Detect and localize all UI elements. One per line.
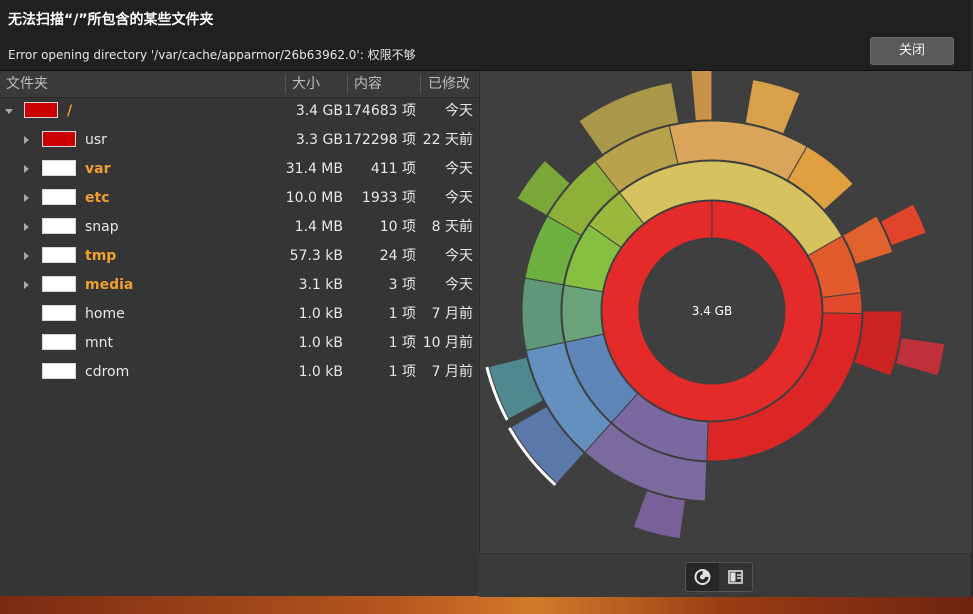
folder-size: 3.4 GB [295,103,343,119]
tree-header: 文件夹 大小 内容 已修改 [0,71,478,98]
chart-pane: 3.4 GB [479,57,972,553]
ring-segment[interactable] [521,277,565,352]
column-separator [285,74,286,94]
folder-size: 57.3 kB [289,248,343,264]
folder-item-count: 1 项 [388,364,416,380]
folder-item-count: 1933 项 [361,190,416,206]
folder-name: snap [85,219,119,235]
rings-chart-icon [694,569,711,585]
folder-name: etc [85,190,110,206]
folder-modified: 今天 [445,190,473,206]
infobar-message: Error opening directory '/var/cache/appa… [8,48,416,62]
folder-name: usr [85,132,107,148]
folder-name: home [85,306,125,322]
column-header-contents[interactable]: 内容 [354,71,382,97]
expander-expanded-icon[interactable] [5,109,13,114]
folder-name: cdrom [85,364,130,380]
expander-collapsed-icon[interactable] [24,252,29,260]
folder-modified: 今天 [445,277,473,293]
desktop-background [0,596,973,614]
ring-segment[interactable] [561,284,604,343]
view-mode-switcher [685,562,753,592]
folder-color-swatch [24,102,58,118]
folder-modified: 22 天前 [422,132,473,148]
rings-chart-button[interactable] [686,563,719,591]
tree-row[interactable]: tmp 57.3 kB 24 项 今天 [0,242,478,271]
expander-collapsed-icon[interactable] [24,165,29,173]
center-size-label: 3.4 GB [692,304,732,318]
folder-item-count: 411 项 [370,161,416,177]
folder-name: tmp [85,248,117,264]
folder-modified: 7 月前 [431,364,473,380]
folder-name: mnt [85,335,113,351]
treemap-chart-icon [728,570,743,584]
rings-chart[interactable]: 3.4 GB [480,57,972,553]
folder-modified: 7 月前 [431,306,473,322]
expander-collapsed-icon[interactable] [24,223,29,231]
folder-color-swatch [42,160,76,176]
folder-item-count: 1 项 [388,335,416,351]
tree-row[interactable]: usr 3.3 GB 172298 项 22 天前 [0,126,478,155]
folder-color-swatch [42,131,76,147]
column-separator [347,74,348,94]
folder-item-count: 174683 项 [344,103,416,119]
expander-collapsed-icon[interactable] [24,136,29,144]
column-separator [420,74,421,94]
folder-name: media [85,277,134,293]
folder-color-swatch [42,218,76,234]
tree-row[interactable]: snap 1.4 MB 10 项 8 天前 [0,213,478,242]
folder-modified: 今天 [445,248,473,264]
tree-row[interactable]: var 31.4 MB 411 项 今天 [0,155,478,184]
ring-segment[interactable] [894,337,946,377]
tree-row[interactable]: cdrom 1.0 kB 1 项 7 月前 [0,358,478,387]
column-header-folder[interactable]: 文件夹 [6,71,48,97]
expander-collapsed-icon[interactable] [24,281,29,289]
folder-modified: 今天 [445,161,473,177]
tree-row[interactable]: / 3.4 GB 174683 项 今天 [0,97,478,126]
tree-row[interactable]: mnt 1.0 kB 1 项 10 月前 [0,329,478,358]
folder-item-count: 1 项 [388,306,416,322]
folder-color-swatch [42,189,76,205]
folder-size: 10.0 MB [285,190,343,206]
folder-item-count: 172298 项 [344,132,416,148]
folder-name: var [85,161,111,177]
folder-color-swatch [42,276,76,292]
folder-size: 31.4 MB [285,161,343,177]
tree-row[interactable]: media 3.1 kB 3 项 今天 [0,271,478,300]
folder-tree: 文件夹 大小 内容 已修改 /3.4 GB 174683 项今天 usr 3.3 GB… [0,71,478,596]
tree-row[interactable]: etc 10.0 MB 1933 项 今天 [0,184,478,213]
tree-row[interactable]: home 1.0 kB 1 项 7 月前 [0,300,478,329]
disk-usage-window: 无法扫描“/”所包含的某些文件夹 Error opening directory… [0,0,972,597]
folder-modified: 今天 [445,103,473,119]
close-button[interactable]: 关闭 [870,37,954,65]
expander-collapsed-icon[interactable] [24,194,29,202]
scan-warning-infobar: 无法扫描“/”所包含的某些文件夹 Error opening directory… [0,0,971,71]
folder-name: / [67,103,73,119]
folder-item-count: 3 项 [388,277,416,293]
folder-size: 1.0 kB [298,306,343,322]
folder-item-count: 10 项 [379,219,416,235]
folder-color-swatch [42,334,76,350]
folder-size: 3.1 kB [298,277,343,293]
folder-modified: 10 月前 [422,335,473,351]
folder-color-swatch [42,247,76,263]
folder-size: 3.3 GB [295,132,343,148]
folder-size: 1.4 MB [294,219,343,235]
column-header-size[interactable]: 大小 [292,71,320,97]
infobar-title: 无法扫描“/”所包含的某些文件夹 [8,12,214,28]
ring-segment[interactable] [689,60,713,122]
folder-color-swatch [42,305,76,321]
folder-size: 1.0 kB [298,335,343,351]
column-header-modified[interactable]: 已修改 [428,71,470,97]
folder-size: 1.0 kB [298,364,343,380]
folder-item-count: 24 项 [379,248,416,264]
chart-footer [479,553,971,597]
folder-color-swatch [42,363,76,379]
treemap-chart-button[interactable] [719,563,752,591]
folder-modified: 8 天前 [431,219,473,235]
